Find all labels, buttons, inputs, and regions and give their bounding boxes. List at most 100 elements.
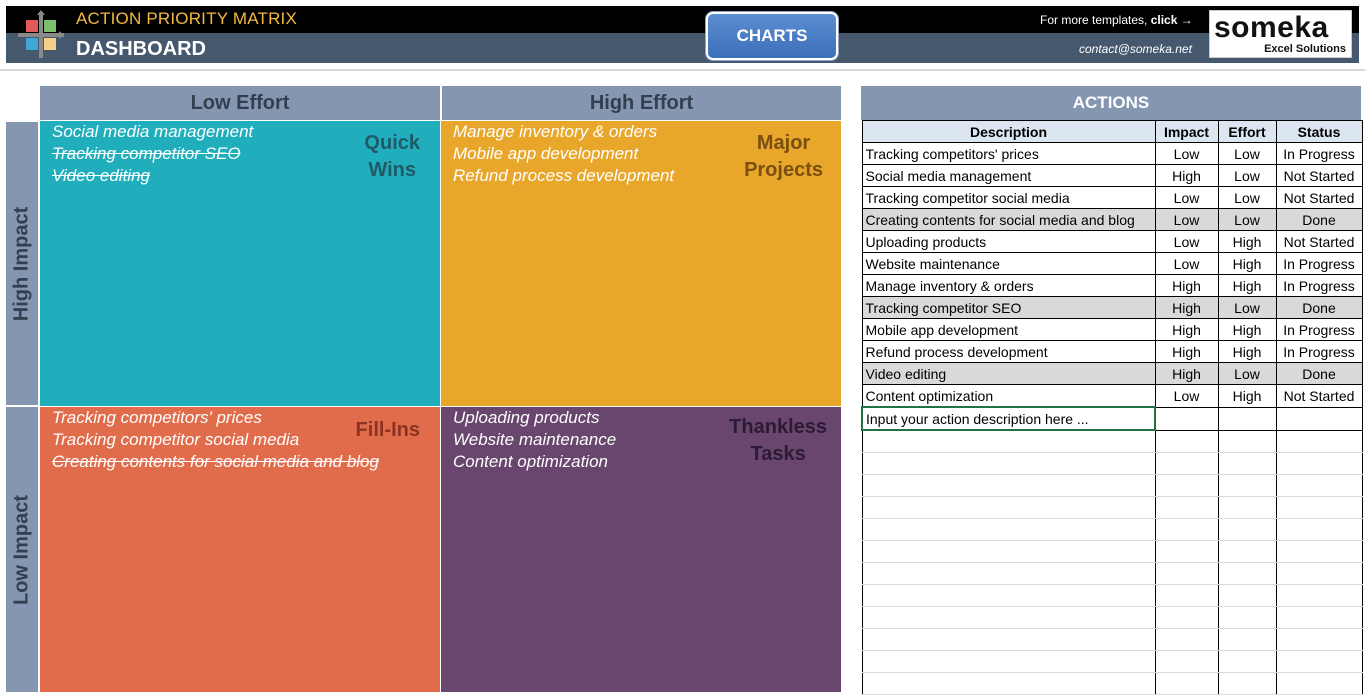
empty-cell[interactable] [861, 672, 1156, 695]
empty-row[interactable] [861, 606, 1363, 629]
cell-effort[interactable]: Low [1217, 296, 1277, 319]
empty-cell[interactable] [1217, 540, 1277, 563]
charts-button[interactable]: CHARTS [706, 12, 838, 60]
empty-cell[interactable] [861, 518, 1156, 541]
table-row[interactable]: Video editing High Low Done [861, 362, 1363, 385]
cell-effort[interactable]: Low [1217, 362, 1277, 385]
cell-description[interactable]: Mobile app development [861, 318, 1156, 341]
more-templates-link[interactable]: For more templates, click → [1040, 13, 1193, 27]
empty-cell[interactable] [861, 452, 1156, 475]
empty-cell[interactable] [1217, 650, 1277, 673]
empty-cell[interactable] [1217, 474, 1277, 497]
empty-cell[interactable] [1275, 429, 1363, 453]
empty-cell[interactable] [861, 650, 1156, 673]
empty-cell[interactable] [1154, 406, 1219, 431]
cell-impact[interactable]: High [1154, 164, 1219, 187]
cell-impact[interactable]: Low [1154, 142, 1219, 165]
cell-description[interactable]: Website maintenance [861, 252, 1156, 275]
cell-status[interactable]: In Progress [1275, 274, 1363, 297]
empty-cell[interactable] [1154, 452, 1219, 475]
input-row[interactable]: Input your action description here ... [861, 406, 1363, 431]
cell-effort[interactable]: High [1217, 384, 1277, 408]
table-row[interactable]: Tracking competitor social media Low Low No… [861, 186, 1363, 209]
empty-cell[interactable] [1275, 628, 1363, 651]
cell-impact[interactable]: Low [1154, 230, 1219, 253]
empty-row[interactable] [861, 429, 1363, 453]
table-row[interactable]: Tracking competitor SEO High Low Done [861, 296, 1363, 319]
cell-impact[interactable]: High [1154, 296, 1219, 319]
contact-email[interactable]: contact@someka.net [1079, 42, 1192, 56]
empty-cell[interactable] [1217, 672, 1277, 695]
cell-effort[interactable]: High [1217, 340, 1277, 363]
cell-effort[interactable]: Low [1217, 208, 1277, 231]
cell-status[interactable]: Not Started [1275, 384, 1363, 408]
empty-cell[interactable] [1275, 672, 1363, 695]
empty-row[interactable] [861, 496, 1363, 519]
cell-status[interactable]: Done [1275, 208, 1363, 231]
cell-effort[interactable]: Low [1217, 142, 1277, 165]
cell-impact[interactable]: Low [1154, 186, 1219, 209]
cell-description[interactable]: Social media management [861, 164, 1156, 187]
cell-effort[interactable]: High [1217, 252, 1277, 275]
empty-cell[interactable] [861, 429, 1156, 453]
empty-row[interactable] [861, 584, 1363, 607]
empty-cell[interactable] [1275, 518, 1363, 541]
empty-cell[interactable] [1217, 496, 1277, 519]
empty-cell[interactable] [1154, 628, 1219, 651]
empty-cell[interactable] [1154, 606, 1219, 629]
empty-row[interactable] [861, 474, 1363, 497]
table-row[interactable]: Creating contents for social media and b… [861, 208, 1363, 231]
cell-status[interactable]: Done [1275, 362, 1363, 385]
empty-cell[interactable] [1154, 584, 1219, 607]
empty-cell[interactable] [1217, 628, 1277, 651]
cell-description[interactable]: Content optimization [861, 384, 1156, 408]
empty-cell[interactable] [861, 628, 1156, 651]
empty-cell[interactable] [861, 474, 1156, 497]
empty-cell[interactable] [1154, 429, 1219, 453]
empty-cell[interactable] [1217, 584, 1277, 607]
empty-cell[interactable] [1217, 406, 1277, 431]
table-row[interactable]: Mobile app development High High In Progres… [861, 318, 1363, 341]
table-row[interactable]: Uploading products Low High Not Started [861, 230, 1363, 253]
table-row[interactable]: Tracking competitors' prices Low Low In Pro… [861, 142, 1363, 165]
table-row[interactable]: Website maintenance Low High In Progress [861, 252, 1363, 275]
cell-description[interactable]: Tracking competitor social media [861, 186, 1156, 209]
empty-cell[interactable] [1217, 429, 1277, 453]
empty-cell[interactable] [1275, 584, 1363, 607]
cell-description[interactable]: Uploading products [861, 230, 1156, 253]
cell-impact[interactable]: High [1154, 362, 1219, 385]
empty-row[interactable] [861, 562, 1363, 585]
cell-effort[interactable]: High [1217, 274, 1277, 297]
cell-impact[interactable]: Low [1154, 384, 1219, 408]
table-row[interactable]: Manage inventory & orders High High In Prog… [861, 274, 1363, 297]
empty-cell[interactable] [1154, 672, 1219, 695]
empty-cell[interactable] [1275, 452, 1363, 475]
cell-description[interactable]: Tracking competitor SEO [861, 296, 1156, 319]
empty-cell[interactable] [1154, 650, 1219, 673]
table-row[interactable]: Social media management High Low Not Starte… [861, 164, 1363, 187]
click-link[interactable]: click → [1151, 13, 1193, 27]
cell-effort[interactable]: High [1217, 230, 1277, 253]
cell-description[interactable]: Refund process development [861, 340, 1156, 363]
table-row[interactable]: Refund process development High High In Pro… [861, 340, 1363, 363]
empty-cell[interactable] [1275, 540, 1363, 563]
table-row[interactable]: Content optimization Low High Not Started [861, 384, 1363, 408]
brand-logo[interactable]: someka Excel Solutions [1209, 10, 1352, 58]
empty-cell[interactable] [861, 496, 1156, 519]
cell-status[interactable]: In Progress [1275, 252, 1363, 275]
empty-cell[interactable] [1275, 474, 1363, 497]
empty-cell[interactable] [1154, 496, 1219, 519]
empty-row[interactable] [861, 518, 1363, 541]
cell-effort[interactable]: Low [1217, 164, 1277, 187]
empty-cell[interactable] [861, 540, 1156, 563]
empty-row[interactable] [861, 452, 1363, 475]
empty-cell[interactable] [1275, 406, 1363, 431]
cell-description[interactable]: Video editing [861, 362, 1156, 385]
empty-cell[interactable] [1217, 606, 1277, 629]
empty-cell[interactable] [1154, 540, 1219, 563]
empty-cell[interactable] [1217, 452, 1277, 475]
cell-status[interactable]: In Progress [1275, 142, 1363, 165]
cell-description[interactable]: Tracking competitors' prices [861, 142, 1156, 165]
empty-cell[interactable] [1275, 606, 1363, 629]
cell-description[interactable]: Creating contents for social media and b… [861, 208, 1156, 231]
